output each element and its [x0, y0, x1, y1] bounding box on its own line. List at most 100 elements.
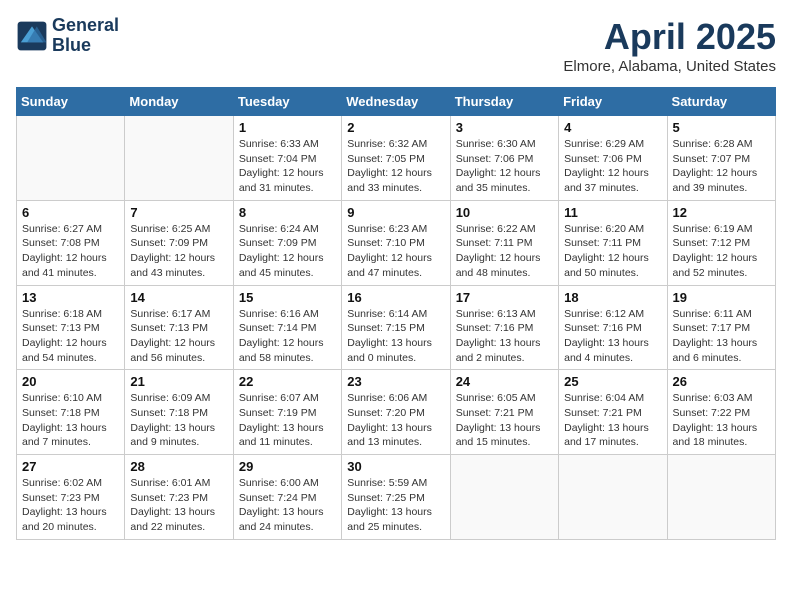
calendar-cell: 10 Sunrise: 6:22 AM Sunset: 7:11 PM Dayli… — [450, 200, 558, 285]
day-number: 29 — [239, 459, 336, 474]
day-number: 5 — [673, 120, 770, 135]
day-number: 22 — [239, 374, 336, 389]
calendar-cell — [125, 116, 233, 201]
calendar-cell: 17 Sunrise: 6:13 AM Sunset: 7:16 PM Dayli… — [450, 285, 558, 370]
day-number: 9 — [347, 205, 444, 220]
day-number: 7 — [130, 205, 227, 220]
day-number: 23 — [347, 374, 444, 389]
day-info: Sunrise: 6:29 AM Sunset: 7:06 PM Dayligh… — [564, 137, 661, 196]
calendar-cell: 7Sunrise: 6:25 AM Sunset: 7:09 PM Daylig… — [125, 200, 233, 285]
calendar-cell: 19 Sunrise: 6:11 AM Sunset: 7:17 PM Dayli… — [667, 285, 775, 370]
calendar-cell: 30 Sunrise: 5:59 AM Sunset: 7:25 PM Dayli… — [342, 455, 450, 540]
day-info: Sunrise: 6:17 AM Sunset: 7:13 PM Dayligh… — [130, 307, 227, 366]
calendar-cell — [450, 455, 558, 540]
day-info: Sunrise: 6:13 AM Sunset: 7:16 PM Dayligh… — [456, 307, 553, 366]
logo-text: General Blue — [52, 16, 119, 56]
day-info: Sunrise: 6:19 AM Sunset: 7:12 PM Dayligh… — [673, 222, 770, 281]
weekday-header: Tuesday — [233, 88, 341, 116]
calendar-cell: 13 Sunrise: 6:18 AM Sunset: 7:13 PM Dayli… — [17, 285, 125, 370]
day-number: 16 — [347, 290, 444, 305]
day-number: 10 — [456, 205, 553, 220]
day-number: 18 — [564, 290, 661, 305]
day-info: Sunrise: 6:03 AM Sunset: 7:22 PM Dayligh… — [673, 391, 770, 450]
calendar-cell — [559, 455, 667, 540]
weekday-header: Monday — [125, 88, 233, 116]
calendar: SundayMondayTuesdayWednesdayThursdayFrid… — [16, 87, 776, 540]
logo: General Blue — [16, 16, 119, 56]
day-info: Sunrise: 6:11 AM Sunset: 7:17 PM Dayligh… — [673, 307, 770, 366]
calendar-cell: 14 Sunrise: 6:17 AM Sunset: 7:13 PM Dayli… — [125, 285, 233, 370]
day-number: 1 — [239, 120, 336, 135]
day-number: 28 — [130, 459, 227, 474]
day-number: 15 — [239, 290, 336, 305]
day-number: 11 — [564, 205, 661, 220]
day-info: Sunrise: 6:18 AM Sunset: 7:13 PM Dayligh… — [22, 307, 119, 366]
day-info: Sunrise: 6:10 AM Sunset: 7:18 PM Dayligh… — [22, 391, 119, 450]
calendar-cell: 23 Sunrise: 6:06 AM Sunset: 7:20 PM Dayli… — [342, 370, 450, 455]
day-number: 30 — [347, 459, 444, 474]
calendar-cell: 21 Sunrise: 6:09 AM Sunset: 7:18 PM Dayli… — [125, 370, 233, 455]
weekday-header: Thursday — [450, 88, 558, 116]
day-number: 26 — [673, 374, 770, 389]
day-number: 19 — [673, 290, 770, 305]
day-number: 21 — [130, 374, 227, 389]
day-info: Sunrise: 6:14 AM Sunset: 7:15 PM Dayligh… — [347, 307, 444, 366]
day-number: 2 — [347, 120, 444, 135]
day-info: Sunrise: 6:23 AM Sunset: 7:10 PM Dayligh… — [347, 222, 444, 281]
day-number: 24 — [456, 374, 553, 389]
calendar-cell: 6 Sunrise: 6:27 AM Sunset: 7:08 PM Daylig… — [17, 200, 125, 285]
day-info: Sunrise: 6:20 AM Sunset: 7:11 PM Dayligh… — [564, 222, 661, 281]
day-info: Sunrise: 6:01 AM Sunset: 7:23 PM Dayligh… — [130, 476, 227, 535]
day-info: Sunrise: 6:33 AM Sunset: 7:04 PM Dayligh… — [239, 137, 336, 196]
day-info: Sunrise: 6:32 AM Sunset: 7:05 PM Dayligh… — [347, 137, 444, 196]
calendar-cell: 15 Sunrise: 6:16 AM Sunset: 7:14 PM Dayli… — [233, 285, 341, 370]
day-info: Sunrise: 6:09 AM Sunset: 7:18 PM Dayligh… — [130, 391, 227, 450]
day-info: Sunrise: 6:12 AM Sunset: 7:16 PM Dayligh… — [564, 307, 661, 366]
calendar-cell: 16 Sunrise: 6:14 AM Sunset: 7:15 PM Dayli… — [342, 285, 450, 370]
day-number: 6 — [22, 205, 119, 220]
day-info: Sunrise: 6:16 AM Sunset: 7:14 PM Dayligh… — [239, 307, 336, 366]
weekday-header: Wednesday — [342, 88, 450, 116]
day-info: Sunrise: 6:02 AM Sunset: 7:23 PM Dayligh… — [22, 476, 119, 535]
calendar-cell: 4Sunrise: 6:29 AM Sunset: 7:06 PM Daylig… — [559, 116, 667, 201]
day-number: 17 — [456, 290, 553, 305]
day-info: Sunrise: 6:30 AM Sunset: 7:06 PM Dayligh… — [456, 137, 553, 196]
calendar-week-row: 1 Sunrise: 6:33 AM Sunset: 7:04 PM Daylig… — [17, 116, 776, 201]
calendar-cell: 24 Sunrise: 6:05 AM Sunset: 7:21 PM Dayli… — [450, 370, 558, 455]
day-info: Sunrise: 6:06 AM Sunset: 7:20 PM Dayligh… — [347, 391, 444, 450]
title-area: April 2025 Elmore, Alabama, United State… — [563, 16, 776, 75]
day-info: Sunrise: 6:28 AM Sunset: 7:07 PM Dayligh… — [673, 137, 770, 196]
weekday-header: Sunday — [17, 88, 125, 116]
calendar-cell: 3 Sunrise: 6:30 AM Sunset: 7:06 PM Daylig… — [450, 116, 558, 201]
calendar-cell: 20Sunrise: 6:10 AM Sunset: 7:18 PM Dayli… — [17, 370, 125, 455]
calendar-cell: 5 Sunrise: 6:28 AM Sunset: 7:07 PM Daylig… — [667, 116, 775, 201]
calendar-cell: 27 Sunrise: 6:02 AM Sunset: 7:23 PM Dayli… — [17, 455, 125, 540]
logo-icon — [16, 20, 48, 52]
day-info: Sunrise: 6:22 AM Sunset: 7:11 PM Dayligh… — [456, 222, 553, 281]
day-number: 14 — [130, 290, 227, 305]
page-header: General Blue April 2025 Elmore, Alabama,… — [16, 16, 776, 75]
calendar-cell — [17, 116, 125, 201]
weekday-header-row: SundayMondayTuesdayWednesdayThursdayFrid… — [17, 88, 776, 116]
calendar-cell: 12Sunrise: 6:19 AM Sunset: 7:12 PM Dayli… — [667, 200, 775, 285]
calendar-week-row: 20Sunrise: 6:10 AM Sunset: 7:18 PM Dayli… — [17, 370, 776, 455]
day-number: 8 — [239, 205, 336, 220]
calendar-cell: 29Sunrise: 6:00 AM Sunset: 7:24 PM Dayli… — [233, 455, 341, 540]
day-info: Sunrise: 6:05 AM Sunset: 7:21 PM Dayligh… — [456, 391, 553, 450]
day-info: Sunrise: 6:07 AM Sunset: 7:19 PM Dayligh… — [239, 391, 336, 450]
day-number: 3 — [456, 120, 553, 135]
day-info: Sunrise: 6:24 AM Sunset: 7:09 PM Dayligh… — [239, 222, 336, 281]
day-number: 25 — [564, 374, 661, 389]
calendar-cell: 2 Sunrise: 6:32 AM Sunset: 7:05 PM Daylig… — [342, 116, 450, 201]
calendar-cell — [667, 455, 775, 540]
calendar-week-row: 13 Sunrise: 6:18 AM Sunset: 7:13 PM Dayli… — [17, 285, 776, 370]
day-info: Sunrise: 6:27 AM Sunset: 7:08 PM Dayligh… — [22, 222, 119, 281]
day-number: 13 — [22, 290, 119, 305]
calendar-cell: 9 Sunrise: 6:23 AM Sunset: 7:10 PM Daylig… — [342, 200, 450, 285]
calendar-cell: 26 Sunrise: 6:03 AM Sunset: 7:22 PM Dayli… — [667, 370, 775, 455]
location: Elmore, Alabama, United States — [563, 58, 776, 75]
calendar-cell: 8 Sunrise: 6:24 AM Sunset: 7:09 PM Daylig… — [233, 200, 341, 285]
day-info: Sunrise: 5:59 AM Sunset: 7:25 PM Dayligh… — [347, 476, 444, 535]
day-number: 27 — [22, 459, 119, 474]
calendar-cell: 1 Sunrise: 6:33 AM Sunset: 7:04 PM Daylig… — [233, 116, 341, 201]
